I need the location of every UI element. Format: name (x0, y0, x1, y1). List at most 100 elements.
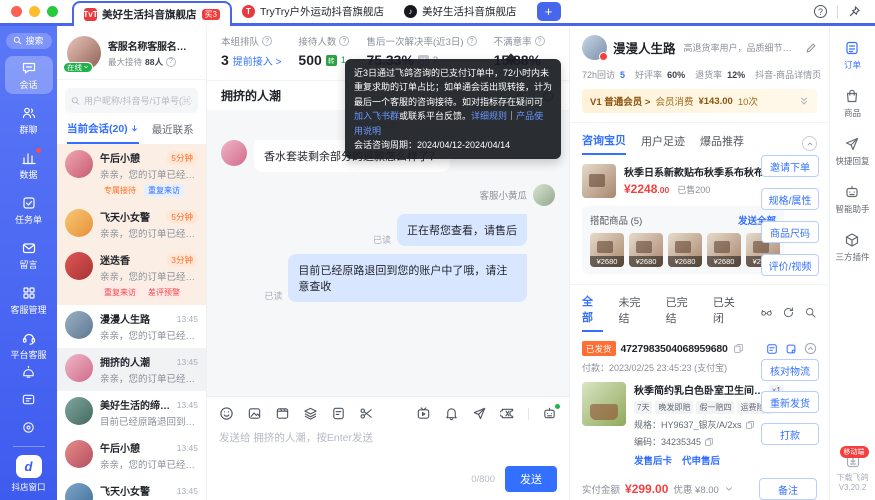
toolbar-item-quick-reply[interactable]: 快捷回复 (835, 136, 870, 167)
shop-tab-2[interactable]: T TryTry户外运动抖音旗舰店 (232, 0, 394, 23)
customer-avatar[interactable] (221, 140, 247, 166)
proxy-aftersale-link[interactable]: 代申售后 (682, 453, 720, 467)
tab-user-footprint[interactable]: 用户足迹 (641, 133, 685, 154)
tab-open-orders[interactable]: 未完结 (618, 294, 650, 331)
message-input[interactable]: 发送给 拥挤的人潮，按Enter发送 (219, 430, 557, 445)
combo-product-thumbnail[interactable]: ¥2680 (668, 233, 702, 267)
layers-icon[interactable] (303, 406, 318, 421)
check-logistics-button[interactable]: 核对物流 (761, 359, 819, 381)
send-plane-icon[interactable] (472, 406, 487, 421)
conversation-item[interactable]: 飞天小女警13:45 亲亲，您的订单已经在派送... (57, 477, 206, 500)
membership-banner[interactable]: V1 普通会员 > 会员消费 ¥143.00 10次 (582, 89, 817, 113)
tab-hot-items[interactable]: 爆品推荐 (700, 133, 744, 154)
workbench-icon[interactable] (21, 392, 36, 407)
agent-avatar[interactable]: 在线 (63, 35, 101, 73)
tab-recent-contacts[interactable]: 最近联系 (152, 122, 194, 143)
size-chart-button[interactable]: 商品尺码 (761, 221, 819, 243)
combo-product-thumbnail[interactable]: ¥2680 (707, 233, 741, 267)
order-note-icon[interactable] (785, 343, 797, 355)
order-detail-icon[interactable] (766, 343, 778, 355)
shop-tab-3[interactable]: ♪ 美好生活抖音旗舰店 (394, 0, 527, 23)
sidebar-item-messages[interactable]: 留言 (5, 236, 53, 274)
sidebar-item-cs-manage[interactable]: 客服管理 (5, 281, 53, 319)
robot-assistant-icon[interactable] (542, 406, 557, 421)
glasses-icon[interactable] (760, 306, 773, 319)
review-video-button[interactable]: 评价/视频 (761, 254, 819, 276)
send-aftersale-card-link[interactable]: 发售后卡 (634, 453, 672, 467)
new-tab-button[interactable]: + (536, 2, 561, 21)
toolbar-item-assistant[interactable]: 智能助手 (835, 184, 870, 215)
info-icon[interactable]: ? (466, 36, 477, 46)
alarm-icon[interactable] (21, 364, 36, 379)
refresh-icon[interactable] (782, 306, 795, 319)
download-app-block[interactable]: 移动端 下载飞鸽 V3.20.2 (837, 446, 869, 500)
conversation-search-input[interactable] (83, 95, 192, 106)
tab-finished-orders[interactable]: 已完结 (666, 294, 698, 331)
bell-icon[interactable] (444, 406, 459, 421)
shop-tab-1[interactable]: TvT 美好生活抖音旗舰店 买3 (72, 1, 232, 26)
sidebar-item-platform-cs[interactable]: 平台客服 (5, 326, 53, 364)
collapse-section-button[interactable] (802, 136, 817, 151)
global-search-button[interactable]: 搜索 (5, 33, 52, 49)
sidebar-item-chat[interactable]: 会话 (4, 55, 53, 94)
conversation-item[interactable]: 美好生活的缔造者13:45 目前已经原路退回到您的账... (57, 391, 206, 434)
copy-icon[interactable] (704, 437, 714, 447)
combo-product-thumbnail[interactable]: ¥2680 (629, 233, 663, 267)
emoji-icon[interactable] (219, 406, 234, 421)
invite-order-button[interactable]: 邀请下单 (761, 155, 819, 177)
conversation-item-selected[interactable]: 拥挤的人潮13:45 亲亲，您的订单已经在派送... (57, 348, 206, 391)
collapse-order-icon[interactable] (804, 342, 817, 355)
help-icon[interactable]: ? (814, 5, 827, 18)
conversation-item[interactable]: 迷迭香3分钟 亲亲，您的订单已经在派送... 重复来访差评预警 (57, 246, 206, 305)
chevron-down-icon[interactable] (724, 484, 734, 494)
search-icon[interactable] (804, 306, 817, 319)
video-icon[interactable] (275, 406, 290, 421)
spec-attr-button[interactable]: 规格/属性 (761, 188, 819, 210)
doudian-logo[interactable]: d (15, 455, 42, 478)
rules-link[interactable]: 详细规则 (471, 111, 507, 121)
double-chevron-down-icon[interactable] (799, 96, 809, 106)
info-icon[interactable]: ? (534, 36, 545, 46)
tab-closed-orders[interactable]: 已关闭 (713, 294, 745, 331)
remark-button[interactable]: 备注 (759, 478, 817, 500)
edit-icon[interactable] (805, 42, 817, 54)
scissors-icon[interactable] (359, 406, 374, 421)
info-icon[interactable]: ? (165, 56, 176, 67)
close-window-button[interactable] (11, 6, 22, 17)
tab-current-sessions[interactable]: 当前会话(20) (67, 121, 139, 144)
conversation-item[interactable]: 午后小憩5分钟 亲亲，您的订单已经在派送... 专属接待重复来访 (57, 144, 206, 203)
coupon-icon[interactable] (500, 406, 515, 421)
agent-avatar[interactable] (533, 184, 555, 206)
conversation-item[interactable]: 午后小憩13:45 亲亲，您的订单已经在派送... (57, 434, 206, 477)
tab-consulting-item[interactable]: 咨询宝贝 (582, 132, 626, 155)
toolbar-item-goods[interactable]: 商品 (844, 88, 861, 119)
copy-icon[interactable] (745, 420, 755, 430)
sidebar-item-data[interactable]: 数据 (5, 146, 53, 184)
minimize-window-button[interactable] (29, 6, 40, 17)
info-icon[interactable]: ? (262, 36, 273, 46)
order-card-icon[interactable] (331, 406, 346, 421)
settings-icon[interactable] (21, 420, 36, 435)
combo-product-thumbnail[interactable]: ¥2680 (590, 233, 624, 267)
toolbar-item-plugins[interactable]: 三方插件 (835, 232, 870, 263)
consulting-product[interactable]: 秋季日系新款贴布秋季系布秋布布秋布... ¥2248.00 已售200 (582, 164, 784, 198)
zoom-window-button[interactable] (47, 6, 58, 17)
pin-icon[interactable] (848, 5, 861, 18)
conversation-search[interactable] (65, 88, 198, 113)
image-icon[interactable] (247, 406, 262, 421)
toolbar-item-orders[interactable]: 订单 (844, 40, 861, 71)
tab-all-orders[interactable]: 全部 (582, 293, 604, 332)
copy-icon[interactable] (733, 343, 744, 354)
sidebar-item-tasks[interactable]: 任务单 (5, 191, 53, 229)
reship-button[interactable]: 重新发货 (761, 391, 819, 413)
sidebar-item-group-chat[interactable]: 群聊 (5, 101, 53, 139)
live-player-icon[interactable] (416, 406, 431, 421)
feishu-group-link[interactable]: 加入飞书群 (354, 111, 399, 121)
vip-level[interactable]: V1 普通会员 > (590, 94, 650, 108)
online-status-badge[interactable]: 在线 (63, 61, 93, 73)
info-icon[interactable]: ? (339, 36, 350, 46)
conversation-item[interactable]: 飞天小女警5分钟 亲亲，您的订单已经在派送... (57, 203, 206, 246)
jump-queue-link[interactable]: 提前接入 > (233, 53, 282, 68)
customer-avatar[interactable] (582, 35, 608, 61)
refund-button[interactable]: 打款 (761, 423, 819, 445)
